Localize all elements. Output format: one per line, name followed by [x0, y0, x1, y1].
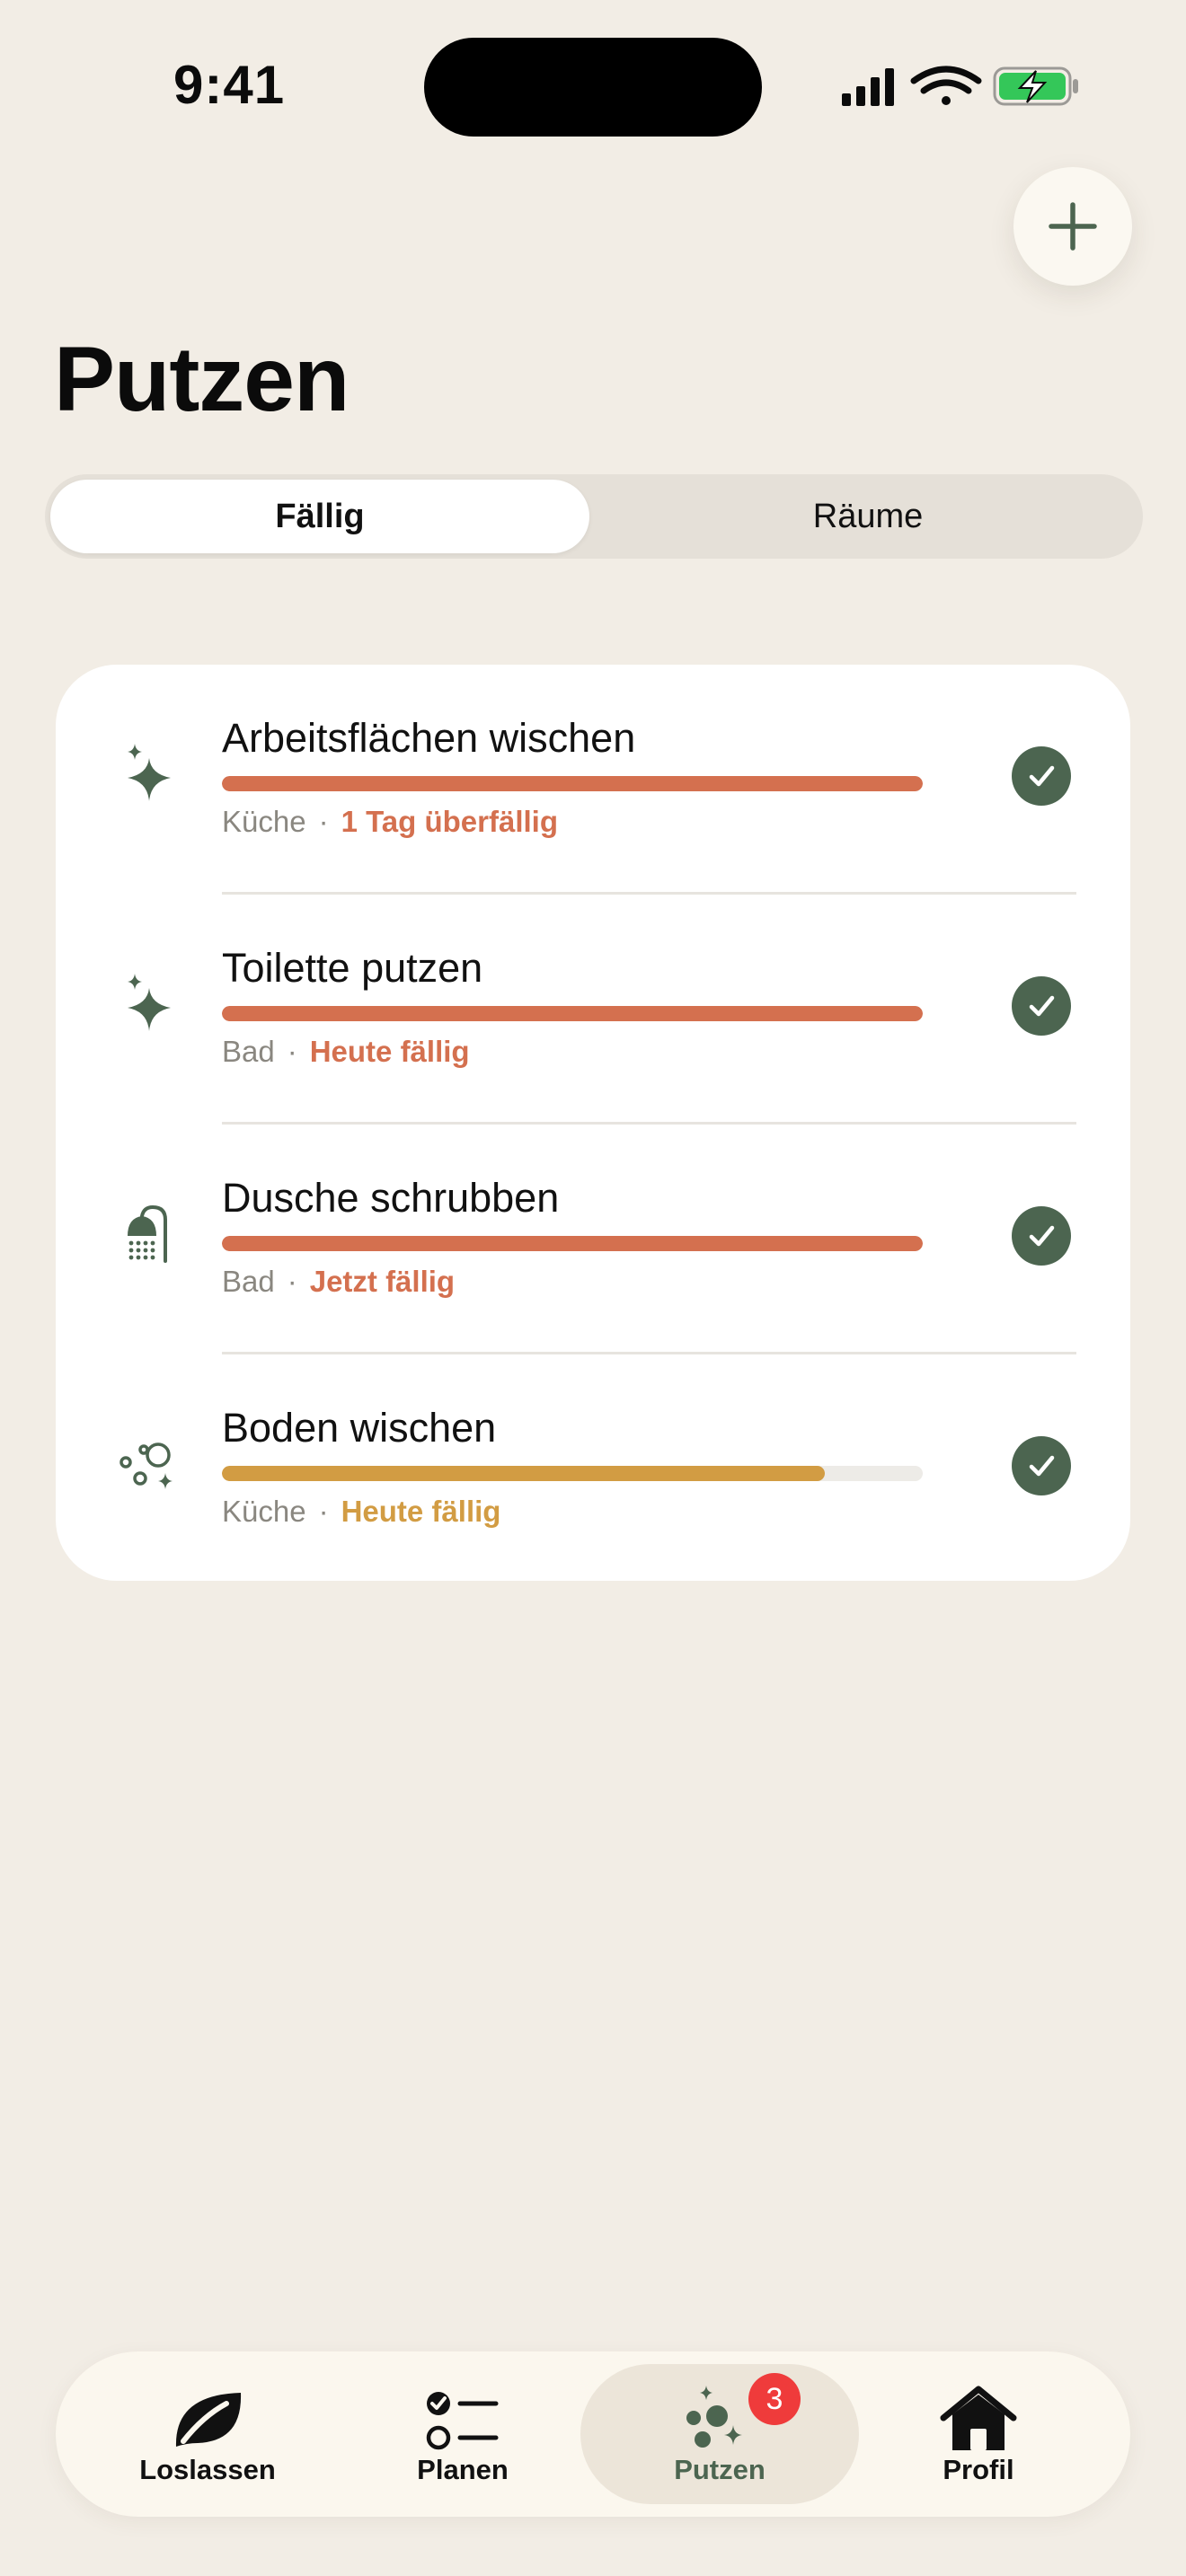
page-title: Putzen — [54, 328, 350, 430]
task-meta: Küche · Heute fällig — [222, 1495, 500, 1529]
task-title: Arbeitsflächen wischen — [222, 715, 636, 761]
progress-bar — [222, 776, 923, 791]
progress-bar — [222, 1236, 923, 1251]
status-bar: 9:41 — [0, 0, 1186, 171]
task-due-status: 1 Tag überfällig — [341, 805, 559, 838]
meta-separator: · — [318, 805, 329, 838]
wifi-icon — [910, 66, 982, 105]
complete-button[interactable] — [1012, 976, 1071, 1036]
tab-planen[interactable]: Planen — [323, 2364, 602, 2504]
status-icons — [842, 66, 1078, 106]
progress-fill — [222, 1006, 923, 1021]
task-title: Toilette putzen — [222, 945, 483, 991]
sparkles-icon — [128, 744, 171, 801]
meta-separator: · — [287, 1265, 297, 1298]
task-due-status: Heute fällig — [309, 1035, 470, 1068]
tab-bar: Loslassen Planen 3 Putzen Profil — [56, 2351, 1130, 2517]
complete-button[interactable] — [1012, 1206, 1071, 1266]
task-row[interactable]: Boden wischen Küche · Heute fällig — [56, 1354, 1130, 1584]
tab-putzen[interactable]: 3 Putzen — [580, 2364, 859, 2504]
plus-icon — [1049, 202, 1097, 251]
checkmark-icon — [1029, 765, 1055, 787]
segmented-control: Fällig Räume — [45, 474, 1143, 559]
dynamic-island — [424, 38, 762, 137]
tab-label: Putzen — [674, 2454, 766, 2485]
checklist-icon — [426, 2392, 499, 2450]
task-row[interactable]: Toilette putzen Bad · Heute fällig — [56, 895, 1130, 1125]
segment-faellig[interactable]: Fällig — [50, 480, 589, 553]
progress-fill — [222, 776, 923, 791]
task-list-card: Arbeitsflächen wischen Küche · 1 Tag überf… — [56, 665, 1130, 1581]
progress-fill — [222, 1236, 923, 1251]
progress-bar — [222, 1006, 923, 1021]
status-time: 9:41 — [173, 55, 286, 115]
tab-label: Planen — [417, 2454, 509, 2485]
signal-icon — [842, 68, 894, 106]
tab-label: Loslassen — [139, 2454, 276, 2485]
tab-label: Profil — [943, 2454, 1014, 2485]
progress-fill — [222, 1466, 825, 1481]
complete-button[interactable] — [1012, 1436, 1071, 1495]
checkmark-icon — [1029, 995, 1055, 1017]
tab-profil[interactable]: Profil — [839, 2364, 1118, 2504]
task-due-status: Jetzt fällig — [309, 1265, 456, 1298]
task-due-status: Heute fällig — [341, 1495, 501, 1528]
house-icon — [940, 2386, 1017, 2450]
checkmark-icon — [1029, 1455, 1055, 1477]
task-title: Boden wischen — [222, 1405, 497, 1451]
task-row[interactable]: Dusche schrubben Bad · Jetzt fällig — [56, 1125, 1130, 1354]
task-meta: Bad · Jetzt fällig — [222, 1265, 455, 1299]
add-button[interactable] — [1013, 167, 1132, 286]
complete-button[interactable] — [1012, 746, 1071, 806]
task-room: Küche — [222, 805, 306, 838]
notification-badge: 3 — [748, 2373, 801, 2425]
meta-separator: · — [287, 1035, 297, 1068]
task-row[interactable]: Arbeitsflächen wischen Küche · 1 Tag überf… — [56, 665, 1130, 895]
sparkles-icon — [128, 974, 171, 1031]
checkmark-icon — [1029, 1225, 1055, 1247]
task-meta: Bad · Heute fällig — [222, 1035, 470, 1069]
meta-separator: · — [318, 1495, 329, 1528]
task-room: Bad — [222, 1265, 275, 1298]
tab-loslassen[interactable]: Loslassen — [68, 2364, 347, 2504]
task-title: Dusche schrubben — [222, 1175, 560, 1221]
segment-raeume[interactable]: Räume — [598, 480, 1137, 553]
shower-icon — [128, 1204, 167, 1263]
progress-bar — [222, 1466, 923, 1481]
task-meta: Küche · 1 Tag überfällig — [222, 805, 558, 839]
bubbles-icon — [119, 1442, 173, 1489]
task-room: Küche — [222, 1495, 306, 1528]
leaf-icon — [175, 2393, 242, 2447]
battery-icon — [993, 66, 1078, 106]
task-room: Bad — [222, 1035, 275, 1068]
